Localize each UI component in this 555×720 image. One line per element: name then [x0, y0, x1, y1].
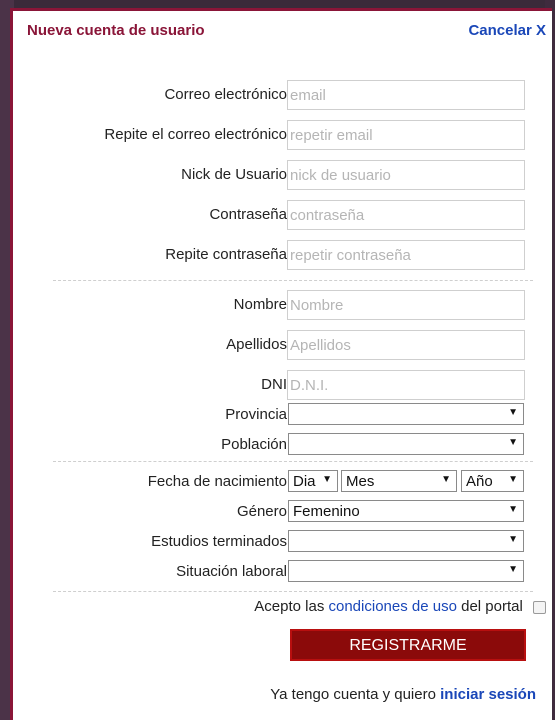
town-label: Población: [221, 436, 287, 453]
studies-select[interactable]: ▼: [288, 530, 524, 552]
signup-modal: Nueva cuenta de usuario Cancelar X Corre…: [10, 8, 552, 720]
nick-label: Nick de Usuario: [181, 166, 287, 183]
name-label: Nombre: [233, 296, 287, 313]
password-repeat-row: Repite contraseña: [13, 240, 552, 270]
birth-month-select[interactable]: Mes ▼: [341, 470, 457, 492]
town-row: Población ▼: [13, 430, 552, 460]
gender-select[interactable]: Femenino ▼: [288, 500, 524, 522]
login-link[interactable]: iniciar sesión: [440, 686, 536, 703]
birth-month-value: Mes: [346, 473, 375, 490]
province-select[interactable]: ▼: [288, 403, 524, 425]
email-label: Correo electrónico: [164, 86, 287, 103]
birthdate-row: Fecha de nacimiento Dia ▼ Mes ▼ Año ▼: [13, 467, 552, 497]
terms-checkbox[interactable]: [533, 600, 546, 614]
terms-link[interactable]: condiciones de uso: [329, 598, 457, 615]
chevron-down-icon: ▼: [508, 407, 518, 418]
nick-field[interactable]: [287, 160, 525, 190]
surname-row: Apellidos: [13, 330, 552, 360]
town-select[interactable]: ▼: [288, 433, 524, 455]
chevron-down-icon: ▼: [441, 474, 451, 485]
birthdate-label: Fecha de nacimiento: [147, 473, 287, 490]
chevron-down-icon: ▼: [508, 474, 518, 485]
email-repeat-field[interactable]: [287, 120, 525, 150]
chevron-down-icon: ▼: [508, 564, 518, 575]
studies-row: Estudios terminados ▼: [13, 527, 552, 557]
work-select[interactable]: ▼: [288, 560, 524, 582]
studies-label: Estudios terminados: [151, 533, 287, 550]
email-repeat-row: Repite el correo electrónico: [13, 120, 552, 150]
chevron-down-icon: ▼: [508, 504, 518, 515]
register-button[interactable]: REGISTRARME: [290, 629, 526, 661]
birth-day-value: Dia: [293, 473, 316, 490]
name-row: Nombre: [13, 290, 552, 320]
dni-label: DNI: [261, 376, 287, 393]
province-label: Provincia: [225, 406, 287, 423]
name-field[interactable]: [287, 290, 525, 320]
email-repeat-label: Repite el correo electrónico: [104, 126, 287, 143]
work-label: Situación laboral: [176, 563, 287, 580]
divider: [53, 280, 533, 281]
work-row: Situación laboral ▼: [13, 557, 552, 587]
email-field[interactable]: [287, 80, 525, 110]
password-field[interactable]: [287, 200, 525, 230]
password-label: Contraseña: [209, 206, 287, 223]
terms-row: Acepto las condiciones de uso del portal: [254, 598, 546, 615]
birth-day-select[interactable]: Dia ▼: [288, 470, 338, 492]
chevron-down-icon: ▼: [322, 474, 332, 485]
terms-suffix: del portal: [461, 598, 523, 615]
login-prompt: Ya tengo cuenta y quiero iniciar sesión: [270, 686, 536, 703]
chevron-down-icon: ▼: [508, 534, 518, 545]
birth-year-select[interactable]: Año ▼: [461, 470, 524, 492]
modal-header: Nueva cuenta de usuario Cancelar X: [13, 11, 552, 51]
gender-row: Género Femenino ▼: [13, 497, 552, 527]
password-repeat-field[interactable]: [287, 240, 525, 270]
password-row: Contraseña: [13, 200, 552, 230]
dni-row: DNI: [13, 370, 552, 400]
email-row: Correo electrónico: [13, 80, 552, 110]
surname-label: Apellidos: [226, 336, 287, 353]
nick-row: Nick de Usuario: [13, 160, 552, 190]
modal-title: Nueva cuenta de usuario: [27, 22, 205, 39]
terms-prefix: Acepto las: [254, 598, 325, 615]
province-row: Provincia ▼: [13, 400, 552, 430]
login-prompt-text: Ya tengo cuenta y quiero: [270, 686, 436, 703]
gender-label: Género: [236, 503, 287, 520]
dni-field[interactable]: [287, 370, 525, 400]
surname-field[interactable]: [287, 330, 525, 360]
password-repeat-label: Repite contraseña: [165, 246, 287, 263]
gender-value: Femenino: [293, 503, 360, 520]
cancel-link[interactable]: Cancelar X: [468, 22, 546, 39]
divider: [53, 591, 533, 592]
chevron-down-icon: ▼: [508, 437, 518, 448]
birth-year-value: Año: [466, 473, 493, 490]
divider: [53, 461, 533, 462]
